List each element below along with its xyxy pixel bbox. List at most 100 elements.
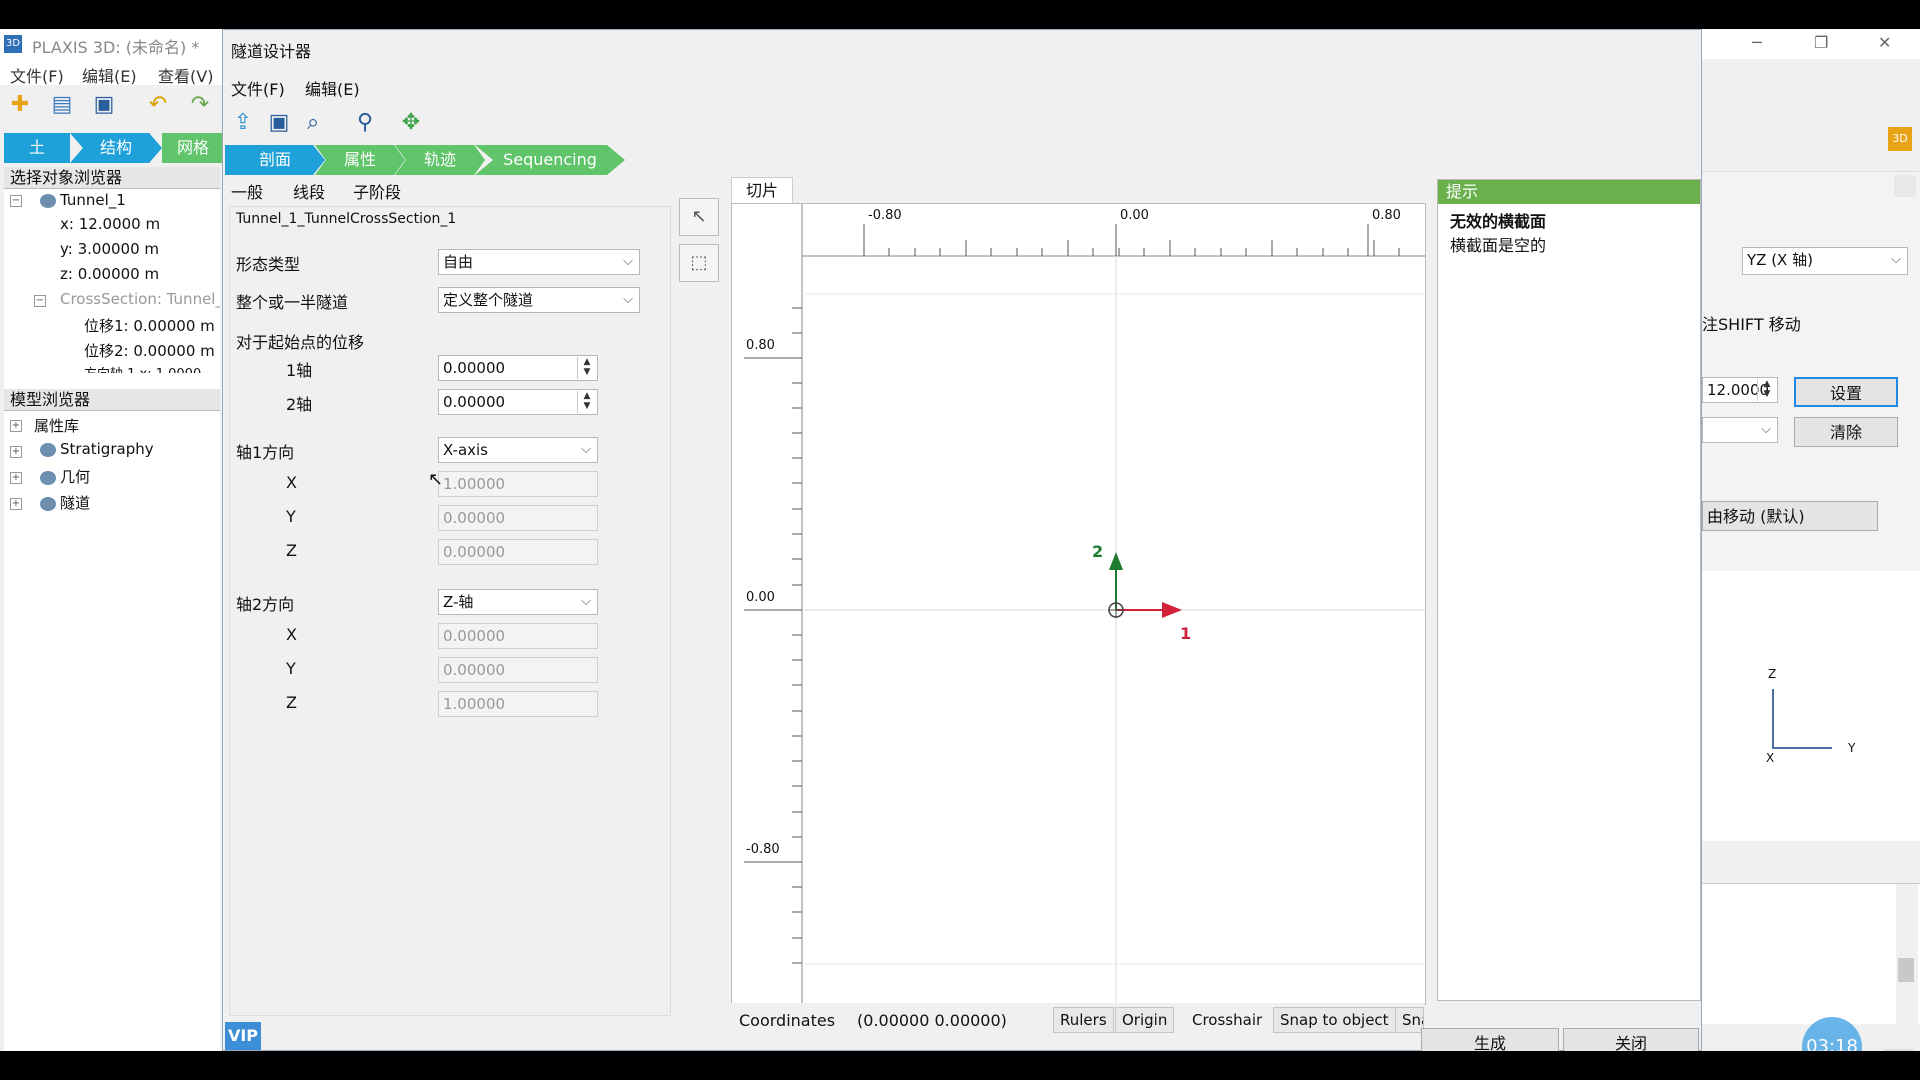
axis2-x-input[interactable]: 0.00000 (438, 623, 598, 649)
selection-explorer-tree: − Tunnel_1 x: 12.0000 m y: 3.00000 m z: … (4, 189, 220, 413)
tab-cross-section[interactable]: 剖面 (225, 145, 325, 175)
axis1-y-input[interactable]: 0.00000 (438, 505, 598, 531)
axis1-direction-select[interactable]: X-axis ⌵ (438, 437, 598, 463)
whole-half-select[interactable]: 定义整个隧道 ⌵ (438, 287, 640, 313)
subtab-subphases[interactable]: 子阶段 (353, 179, 401, 203)
ruler-top-label-center: 0.00 (1120, 208, 1149, 223)
axis1-label: 1 (1180, 624, 1192, 643)
tree-item-tunnels[interactable]: 隧道 (40, 492, 90, 513)
axis2-direction-select[interactable]: Z-轴 ⌵ (438, 589, 598, 615)
axis1-offset-label: 1轴 (286, 361, 313, 380)
axis2-arrow-head (1109, 552, 1123, 570)
close-button[interactable]: 关闭 (1563, 1028, 1699, 1051)
axis2-y-input[interactable]: 0.00000 (438, 657, 598, 683)
play-icon[interactable]: ▶ (1884, 1049, 1914, 1051)
axis1-z-input[interactable]: 0.00000 (438, 539, 598, 565)
dialog-menu-edit[interactable]: 编辑(E) (305, 76, 360, 100)
axis2-x-label: X (286, 625, 297, 644)
tree-item-stratigraphy[interactable]: Stratigraphy (40, 440, 154, 458)
restore-icon[interactable]: ❐ (1814, 33, 1828, 52)
open-project-icon[interactable]: ▤ (48, 91, 76, 119)
tab-slice[interactable]: 切片 (731, 177, 793, 204)
collapse-icon[interactable]: − (34, 295, 46, 307)
axis2-y-label: Y (286, 659, 296, 678)
redo-icon[interactable]: ↷ (186, 91, 214, 119)
zoom-icon[interactable]: ⚲ (351, 109, 379, 137)
main-mode-tabs: 土 结构 网格 (0, 133, 225, 163)
close-icon[interactable]: ✕ (1878, 33, 1891, 52)
designer-tabs: 剖面 属性 轨迹 Sequencing (225, 145, 655, 175)
coordinate-input[interactable]: 12.0000 ▲ ▼ (1702, 377, 1778, 403)
main-toolbar: ✚ ▤ ▣ ↶ ↷ (0, 85, 225, 125)
snap-to-object-toggle[interactable]: Snap to object (1273, 1007, 1396, 1033)
snap-to-grid-toggle[interactable]: Sna (1395, 1007, 1424, 1033)
tab-soil[interactable]: 土 (4, 133, 70, 163)
menu-file[interactable]: 文件(F) (10, 63, 64, 87)
tree-item-tunnel[interactable]: Tunnel_1 (40, 191, 126, 209)
expand-icon[interactable]: + (10, 472, 22, 484)
right-background-panel: 3D YZ (X 轴) ⌵ 注SHIFT 移动 12.0000 ▲ ▼ 设置 ⌵ 清除… (1702, 59, 1920, 1051)
set-button[interactable]: 设置 (1794, 377, 1898, 407)
clear-button[interactable]: 清除 (1794, 417, 1898, 447)
panel-toggle[interactable] (1894, 175, 1916, 197)
axis1-arrow-head (1162, 602, 1182, 618)
tree-item-cross-section[interactable]: CrossSection: Tunnel_1 (60, 290, 220, 308)
zoom-window-icon[interactable]: ⌕ (299, 109, 327, 137)
undo-icon[interactable]: ↶ (144, 91, 172, 119)
axis2-offset-input[interactable]: 0.00000 ▲ ▼ (438, 389, 598, 415)
free-move-button[interactable]: 由移动 (默认) (1702, 501, 1878, 531)
secondary-select[interactable]: ⌵ (1702, 417, 1778, 443)
collapse-icon[interactable]: − (10, 195, 22, 207)
tab-sequencing[interactable]: Sequencing (475, 145, 625, 175)
view-plane-select[interactable]: YZ (X 轴) ⌵ (1742, 247, 1908, 275)
tab-trajectory[interactable]: 轨迹 (395, 145, 485, 175)
visibility-icon[interactable] (40, 496, 56, 511)
select-pointer-icon[interactable]: ↖ (679, 198, 719, 236)
expand-icon[interactable]: + (10, 420, 22, 432)
origin-toggle[interactable]: Origin (1115, 1007, 1175, 1033)
offset-label: 对于起始点的位移 (236, 333, 365, 352)
axis1-x-input[interactable]: 1.00000 (438, 471, 598, 497)
import-icon[interactable]: ⇪ (229, 109, 257, 137)
section-name: Tunnel_1_TunnelCrossSection_1 (236, 211, 457, 227)
vip-badge: VIP (225, 1022, 261, 1050)
main-menubar: 文件(F) 编辑(E) 查看(V) (0, 59, 225, 87)
tree-item-geometry[interactable]: 几何 (40, 466, 90, 487)
scrollbar[interactable] (1896, 884, 1918, 1024)
menu-view[interactable]: 查看(V) (158, 63, 213, 87)
save-icon[interactable]: ▣ (265, 109, 293, 137)
shape-type-select[interactable]: 自由 ⌵ (438, 249, 640, 275)
tab-mesh[interactable]: 网格 (162, 133, 224, 163)
axis1-offset-input[interactable]: 0.00000 ▲ ▼ (438, 355, 598, 381)
select-rectangle-icon[interactable]: ⬚ (679, 244, 719, 282)
rulers-toggle[interactable]: Rulers (1053, 1007, 1114, 1033)
tab-properties[interactable]: 属性 (315, 145, 405, 175)
dialog-menu-file[interactable]: 文件(F) (231, 76, 285, 100)
save-icon[interactable]: ▣ (90, 91, 118, 119)
ruler-left-label-top: 0.80 (746, 338, 775, 353)
move-icon[interactable]: ✥ (397, 109, 425, 137)
expand-icon[interactable]: + (10, 498, 22, 510)
visibility-icon[interactable] (40, 442, 56, 457)
visibility-icon[interactable] (40, 470, 56, 485)
mouse-cursor-icon: ↖ (428, 469, 444, 490)
tree-item-materials[interactable]: 属性库 (34, 415, 79, 436)
subtab-segments[interactable]: 线段 (293, 179, 325, 203)
menu-edit[interactable]: 编辑(E) (82, 63, 137, 87)
new-project-icon[interactable]: ✚ (6, 91, 34, 119)
tree-item-direction: 方向轴 1 x: 1.0000 (84, 363, 201, 373)
axis2-label: 2 (1092, 542, 1104, 561)
app-logo: 3D (4, 35, 22, 53)
axis1-z-label: Z (286, 541, 297, 560)
axis2-direction-label: 轴2方向 (236, 595, 295, 614)
axis2-z-input[interactable]: 1.00000 (438, 691, 598, 717)
drawing-canvas[interactable]: -0.80 0.00 0.80 0.80 0.00 -0.80 2 1 (731, 203, 1426, 1005)
tab-structures[interactable]: 结构 (70, 133, 162, 163)
expand-icon[interactable]: + (10, 446, 22, 458)
minimize-icon[interactable]: ─ (1752, 33, 1762, 52)
scrollbar-thumb[interactable] (1898, 958, 1914, 982)
visibility-icon[interactable] (40, 193, 56, 208)
crosshair-toggle[interactable]: Crosshair (1185, 1007, 1269, 1033)
subtab-general[interactable]: 一般 (231, 179, 263, 203)
generate-button[interactable]: 生成 (1421, 1028, 1559, 1051)
